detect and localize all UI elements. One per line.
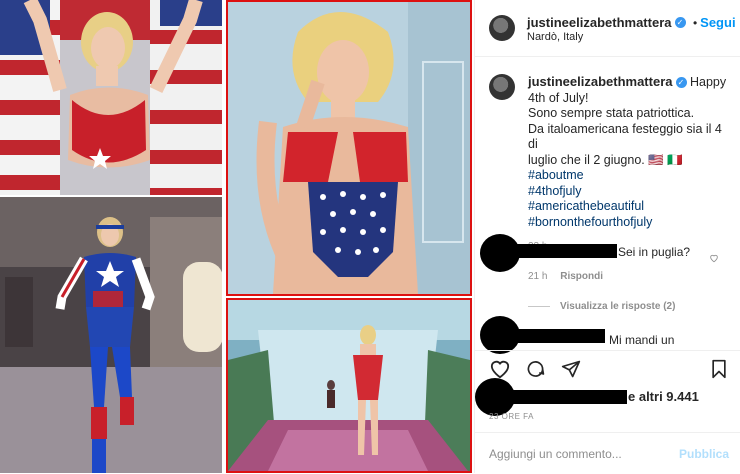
comment-icon[interactable]	[525, 359, 546, 379]
photo-flag-swimsuit	[0, 0, 222, 195]
caption-line: Happy	[689, 75, 727, 89]
post-caption: justineelizabethmattera ✓ Happy 4th of Ju…	[528, 74, 733, 255]
follow-button[interactable]: Segui	[700, 15, 735, 30]
hashtag-link[interactable]: #bornonthefourthofjuly	[528, 215, 733, 231]
post-image-collage[interactable]	[0, 0, 474, 473]
reply-button[interactable]: Rispondi	[560, 271, 603, 282]
verified-badge-icon: ✓	[674, 17, 686, 29]
photo-stars-swimsuit	[226, 0, 472, 296]
caption-username[interactable]: justineelizabethmattera	[528, 74, 673, 89]
caption-line: luglio che il 2 giugno. 🇺🇸 🇮🇹	[528, 152, 683, 167]
publish-button[interactable]: Pubblica	[679, 447, 729, 461]
hashtag-link[interactable]: #americathebeautiful	[528, 199, 733, 215]
comment-time[interactable]: 21 h	[528, 271, 547, 282]
caption-line: Da italoamericana festeggio sia il 4 di	[528, 121, 722, 152]
post-header: justineelizabethmattera ✓ • Segui Nardò, I…	[475, 0, 740, 57]
post-username[interactable]: justineelizabethmattera	[527, 15, 672, 30]
heart-icon[interactable]	[709, 253, 719, 263]
caption-line: 4th of July!	[528, 90, 589, 105]
avatar[interactable]	[489, 15, 515, 41]
post-side-panel: justineelizabethmattera ✓ • Segui Nardò, I…	[474, 0, 740, 473]
photo-hero-costume	[0, 197, 222, 473]
post-location[interactable]: Nardò, Italy	[527, 31, 583, 43]
comment-meta: 21 h Rispondi	[528, 271, 603, 282]
bookmark-icon[interactable]	[710, 359, 728, 379]
view-replies-button[interactable]: Visualizza le risposte (2)	[528, 301, 675, 312]
add-comment-bar: Aggiungi un commento... Pubblica	[475, 432, 740, 474]
caption-line: Sono sempre stata patriottica.	[528, 106, 695, 120]
redacted-username	[507, 244, 617, 258]
action-bar	[475, 350, 740, 383]
comment-text: Mi mandi un	[609, 333, 675, 347]
comment-input[interactable]: Aggiungi un commento...	[489, 447, 622, 461]
hashtag-link[interactable]: #aboutme	[528, 168, 733, 184]
likes-count[interactable]: e altri 9.441	[628, 389, 699, 404]
post-time[interactable]: 23 ORE FA	[489, 412, 534, 421]
comment-text: Sei in puglia?	[618, 245, 691, 259]
replies-divider	[528, 305, 550, 307]
redacted-username	[501, 390, 627, 404]
hashtag-link[interactable]: #4thofjuly	[528, 184, 733, 200]
caption-avatar[interactable]	[489, 74, 515, 100]
share-icon[interactable]	[561, 359, 581, 379]
heart-icon[interactable]	[489, 359, 511, 379]
redacted-username	[507, 329, 605, 343]
separator-dot: •	[692, 16, 698, 30]
photo-waterfall-swimsuit	[226, 298, 472, 473]
view-replies-label: Visualizza le risposte (2)	[560, 301, 676, 312]
verified-badge-icon: ✓	[675, 77, 687, 89]
